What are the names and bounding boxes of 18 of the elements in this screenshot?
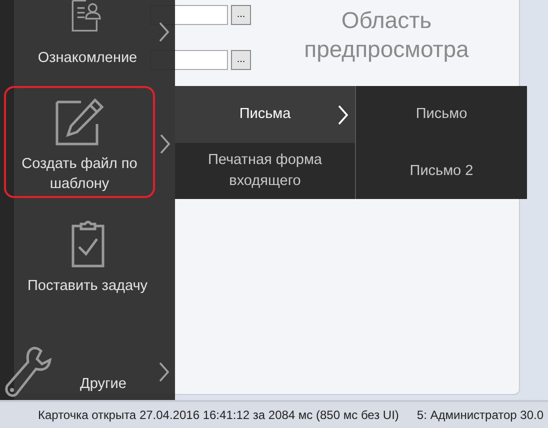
menu-label: Ознакомление [38,49,138,68]
pencil-edit-icon [54,98,104,146]
menu-item[interactable]: Поставить задачу [0,198,175,308]
menu-label: Создать файл по шаблону [20,155,138,194]
browse-button[interactable]: ... [231,5,251,25]
menu-label: Другие [80,375,126,394]
browse-button[interactable]: ... [231,50,251,70]
status-text: Карточка открыта 27.04.2016 16:41:12 за 2084 мс (850 мс без UI) [38,408,399,422]
status-user: 5: Администратор 30.0 [416,408,544,422]
submenu-label: Печатная форма входящего [207,150,323,191]
preview-placeholder-text: Область предпросмотра [303,6,470,64]
submenu-item[interactable]: Письма [175,86,355,142]
menu-item[interactable]: Ознакомление [0,0,175,84]
wrench-icon [4,346,52,398]
submenu-label: Письма [238,104,292,124]
menu-item[interactable]: Другие [0,344,175,400]
menu-label: Поставить задачу [27,277,148,296]
clipboard-check-icon [70,220,106,268]
